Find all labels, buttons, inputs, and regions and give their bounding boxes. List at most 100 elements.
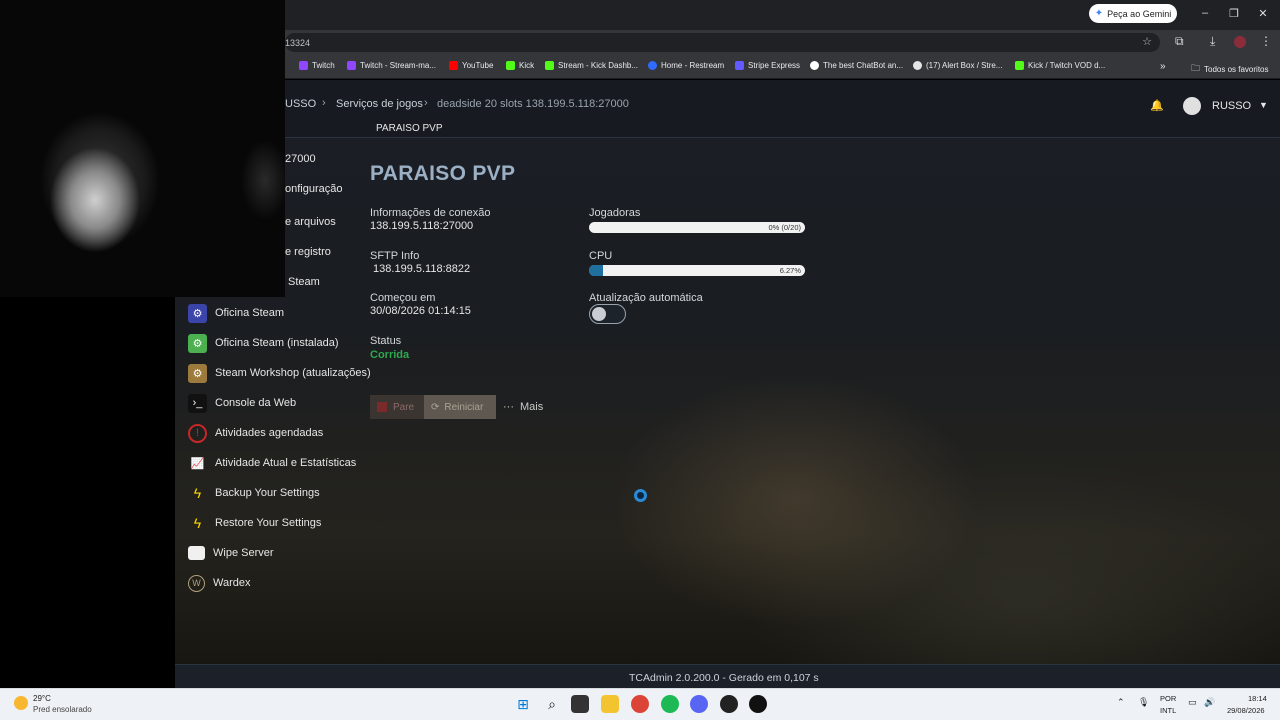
weather-temperature[interactable]: 29°C xyxy=(33,694,51,703)
profile-icon[interactable] xyxy=(1234,36,1246,48)
left-blank-area xyxy=(0,297,175,688)
breadcrumb-separator: › xyxy=(424,97,428,109)
sidebar-item-partial[interactable]: 27000 xyxy=(285,153,316,165)
address-bar[interactable]: 13324 ☆ xyxy=(285,33,1160,52)
bookmark-kick[interactable]: Kick xyxy=(506,61,534,70)
page-background xyxy=(175,80,1280,688)
unreal-engine-icon[interactable] xyxy=(749,695,767,713)
status-label: Status xyxy=(370,335,402,347)
sidebar-item-backup[interactable]: ϟ Backup Your Settings xyxy=(188,482,320,504)
sidebar-item-partial[interactable]: Steam xyxy=(288,276,320,288)
ellipsis-icon: ··· xyxy=(503,401,514,413)
steam-updates-icon: ⚙ xyxy=(188,363,207,383)
discord-icon[interactable] xyxy=(690,695,708,713)
sidebar-item-wardex[interactable]: W Wardex xyxy=(188,572,251,594)
extensions-icon[interactable]: ⧉ xyxy=(1175,34,1184,49)
wardex-icon: W xyxy=(188,574,205,592)
obs-icon[interactable] xyxy=(720,695,738,713)
restart-button[interactable]: ⟳ Reiniciar xyxy=(424,395,496,419)
kick-icon xyxy=(1015,61,1024,70)
microphone-icon[interactable]: 🎙 xyxy=(1138,697,1149,708)
sidebar-item-partial[interactable]: e registro xyxy=(285,246,331,258)
bookmark-alertbox[interactable]: (17) Alert Box / Stre... xyxy=(913,61,1002,70)
stop-icon xyxy=(377,402,387,412)
avatar[interactable] xyxy=(1183,97,1201,115)
download-icon[interactable]: ⤓ xyxy=(1210,34,1215,49)
cpu-label: CPU xyxy=(589,250,613,262)
maximize-icon[interactable]: ❐ xyxy=(1225,7,1243,20)
bookmark-kick-dashboard[interactable]: Stream - Kick Dashb... xyxy=(545,61,638,70)
sidebar-item-restore[interactable]: ϟ Restore Your Settings xyxy=(188,512,322,534)
bookmark-youtube[interactable]: YouTube xyxy=(449,61,493,70)
restart-icon: ⟳ xyxy=(431,401,440,413)
sun-icon[interactable] xyxy=(14,696,28,710)
sidebar-item-steam-workshop[interactable]: ⚙ Oficina Steam xyxy=(188,302,284,324)
players-progress-text: 0% (0/20) xyxy=(768,223,801,232)
input-language[interactable]: POR xyxy=(1160,694,1176,703)
bookmark-stripe[interactable]: Stripe Express xyxy=(735,61,800,70)
tray-chevron-icon[interactable]: ⌃ xyxy=(1117,697,1125,708)
sidebar-item-partial[interactable]: onfiguração xyxy=(285,183,343,195)
lightning-icon: ϟ xyxy=(193,515,202,531)
breadcrumb-services[interactable]: Serviços de jogos xyxy=(336,98,423,110)
sidebar-item-scheduled[interactable]: ! Atividades agendadas xyxy=(188,422,323,444)
gemini-sparkle-icon: ✦ xyxy=(1094,8,1104,19)
chart-icon: 📈 xyxy=(190,457,205,470)
sidebar-item-wipe[interactable]: Wipe Server xyxy=(188,542,274,564)
eraser-icon xyxy=(188,546,205,560)
sidebar-item-partial[interactable]: e arquivos xyxy=(285,216,336,228)
notification-bell-icon[interactable]: 🔔 xyxy=(1150,99,1164,112)
clock-icon: ! xyxy=(188,423,207,443)
bookmark-twitch-stream[interactable]: Twitch - Stream-ma... xyxy=(347,61,436,70)
bookmark-star-icon[interactable]: ☆ xyxy=(1142,35,1152,48)
caret-down-icon[interactable]: ▼ xyxy=(1259,100,1268,110)
bookmark-chatbot[interactable]: The best ChatBot an... xyxy=(810,61,903,70)
sidebar-item-web-console[interactable]: ›_ Console da Web xyxy=(188,392,296,414)
sidebar-item-steam-updates[interactable]: ⚙ Steam Workshop (atualizações) xyxy=(188,362,371,384)
stop-button[interactable]: Pare xyxy=(370,395,424,419)
user-name[interactable]: RUSSO xyxy=(1212,100,1251,112)
close-icon[interactable]: ✕ xyxy=(1254,7,1272,20)
chrome-icon[interactable] xyxy=(631,695,649,713)
loading-spinner-icon xyxy=(634,489,647,502)
sidebar-item-stats[interactable]: 📈 Atividade Atual e Estatísticas xyxy=(188,452,357,474)
more-button[interactable]: ··· Mais xyxy=(503,395,543,419)
youtube-icon xyxy=(449,61,458,70)
network-icon[interactable]: ▭ xyxy=(1188,697,1197,708)
task-view-icon[interactable] xyxy=(571,695,589,713)
sidebar-item-steam-installed[interactable]: ⚙ Oficina Steam (instalada) xyxy=(188,332,339,354)
restream-icon xyxy=(648,61,657,70)
connection-label: Informações de conexão xyxy=(370,207,491,219)
kick-icon xyxy=(506,61,515,70)
bookmark-twitch[interactable]: Twitch xyxy=(299,61,335,70)
clock-time[interactable]: 18:14 xyxy=(1248,694,1267,703)
weather-description[interactable]: Pred ensolarado xyxy=(33,705,92,714)
steam-workshop-icon: ⚙ xyxy=(188,303,207,323)
cpu-progress-fill xyxy=(589,265,603,276)
breadcrumb-separator: › xyxy=(322,97,326,109)
minimize-icon[interactable]: – xyxy=(1196,7,1214,19)
webcam-overlay xyxy=(0,0,285,297)
breadcrumb-user[interactable]: USSO xyxy=(285,98,316,110)
bookmark-vod[interactable]: Kick / Twitch VOD d... xyxy=(1015,61,1105,70)
status-badge: Corrida xyxy=(370,349,410,361)
sftp-label: SFTP Info xyxy=(370,250,420,262)
volume-icon[interactable]: 🔊 xyxy=(1204,697,1215,708)
bookmark-restream[interactable]: Home - Restream xyxy=(648,61,724,70)
menu-kebab-icon[interactable]: ⋮ xyxy=(1260,34,1272,48)
stripe-icon xyxy=(735,61,744,70)
search-icon[interactable]: ⌕ xyxy=(543,695,561,713)
spotify-icon[interactable] xyxy=(661,695,679,713)
clock-date[interactable]: 29/08/2026 xyxy=(1227,706,1265,715)
gemini-button[interactable]: ✦ Peça ao Gemini xyxy=(1089,4,1177,23)
file-explorer-icon[interactable] xyxy=(601,695,619,713)
more-bookmarks-chevron-icon[interactable]: » xyxy=(1160,61,1166,72)
twitch-icon xyxy=(347,61,356,70)
input-layout[interactable]: INTL xyxy=(1160,706,1176,715)
breadcrumb-server: deadside 20 slots 138.199.5.118:27000 xyxy=(437,98,629,110)
autoupdate-label: Atualização automática xyxy=(589,292,703,304)
all-bookmarks-folder[interactable]: 🗀 Todos os favoritos xyxy=(1191,61,1269,77)
autoupdate-toggle[interactable] xyxy=(589,304,626,324)
page-subtitle: PARAISO PVP xyxy=(376,123,443,134)
windows-start-icon[interactable]: ⊞ xyxy=(514,695,532,713)
